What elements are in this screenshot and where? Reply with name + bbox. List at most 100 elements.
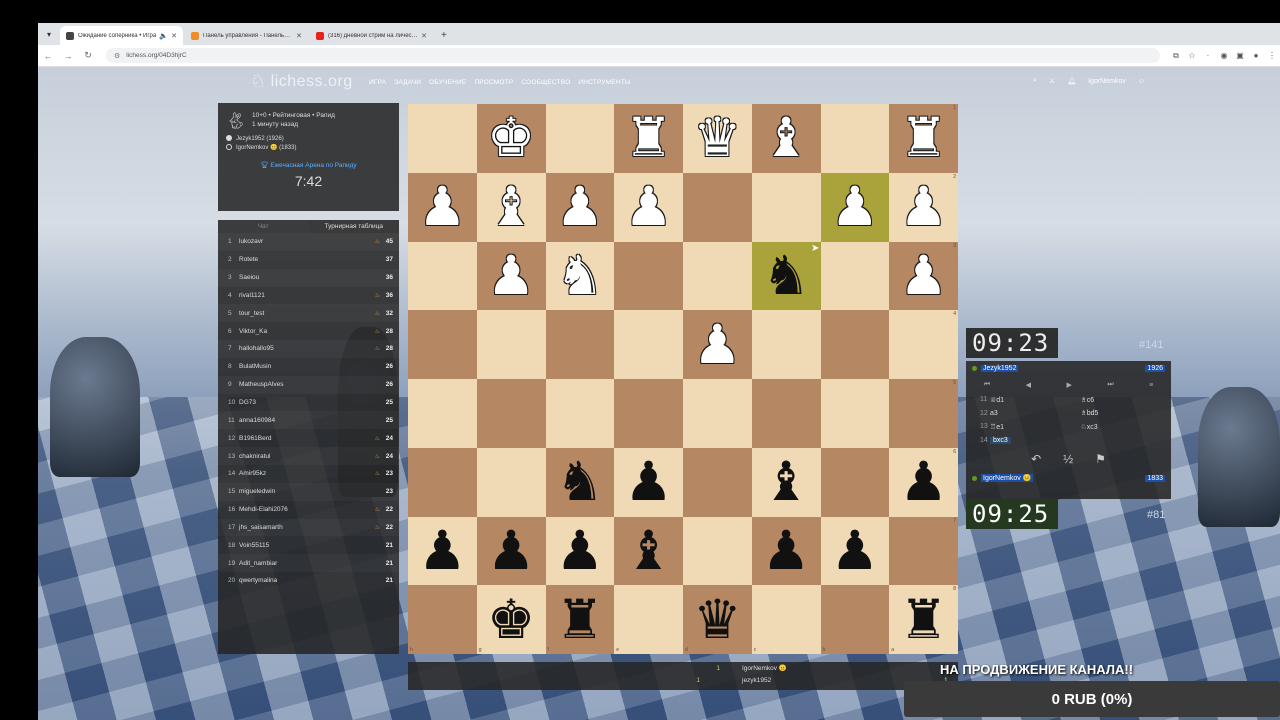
next-move-icon[interactable]: ▶ <box>1066 381 1071 389</box>
board-square[interactable]: ♟ <box>820 516 890 586</box>
board-square[interactable]: ♟ <box>545 172 615 242</box>
standings-row[interactable]: 13 chakniratul ♨ 24 <box>218 447 399 465</box>
site-info-icon[interactable]: ⚙ <box>114 52 120 60</box>
standing-name[interactable]: qwertymalina <box>239 577 381 584</box>
swords-icon[interactable]: ⚔ <box>1049 77 1055 85</box>
board-square[interactable] <box>820 241 890 311</box>
board-square[interactable] <box>408 241 477 311</box>
standing-name[interactable]: tour_test <box>239 310 375 317</box>
board-square[interactable]: ♛ d <box>683 585 752 654</box>
reload-icon[interactable]: ↻ <box>78 50 98 61</box>
board-square[interactable]: ♟ <box>476 516 546 586</box>
white-king-icon[interactable]: ♚ <box>487 111 535 165</box>
tab-youtube[interactable]: (316) дневной стрим на личес… ✕ <box>310 26 433 45</box>
black-knight-icon[interactable]: ♞ <box>762 249 810 303</box>
black-pawn-icon[interactable]: ♟ <box>487 524 535 578</box>
hamburger-menu-icon[interactable]: ≡ <box>1149 382 1153 389</box>
black-pawn-icon[interactable]: ♟ <box>624 455 672 509</box>
board-square[interactable]: ♟ 2 <box>889 172 958 242</box>
menu-icon[interactable]: ⋮ <box>1264 51 1280 60</box>
white-pawn-icon[interactable]: ♟ <box>556 180 604 234</box>
board-square[interactable]: ♟ <box>614 447 683 517</box>
nav-watch[interactable]: ПРОСМОТР <box>474 79 513 86</box>
black-player-line[interactable]: IgorNemkov 😐 (1833) <box>226 144 391 153</box>
board-square[interactable] <box>476 447 546 517</box>
standings-row[interactable]: 11 anna160984 25 <box>218 411 399 429</box>
white-rook-icon[interactable]: ♜ <box>899 111 947 165</box>
standings-row[interactable]: 10 DG73 25 <box>218 394 399 412</box>
standings-row[interactable]: 1 lukozavr ♨ 45 <box>218 233 399 251</box>
close-tab-icon[interactable]: ✕ <box>296 32 302 40</box>
board-square[interactable] <box>683 447 752 517</box>
white-rook-icon[interactable]: ♜ <box>624 111 672 165</box>
white-pawn-icon[interactable]: ♟ <box>487 249 535 303</box>
board-square[interactable] <box>751 172 821 242</box>
prev-move-icon[interactable]: ◀ <box>1026 381 1031 389</box>
board-square[interactable]: ♟ <box>408 172 477 242</box>
standings-row[interactable]: 4 rival1121 ♨ 36 <box>218 287 399 305</box>
white-pawn-icon[interactable]: ♟ <box>899 180 947 234</box>
black-knight-icon[interactable]: ♞ <box>556 455 604 509</box>
close-tab-icon[interactable]: ✕ <box>171 32 177 40</box>
board-square[interactable]: ♞ <box>545 241 615 311</box>
last-move-icon[interactable]: ⏭ <box>1107 381 1113 389</box>
standings-row[interactable]: 5 tour_test ♨ 32 <box>218 304 399 322</box>
player-bar[interactable]: IgorNemkov 😐 1833 <box>966 471 1171 485</box>
white-pawn-icon[interactable]: ♟ <box>693 318 741 372</box>
arena-link[interactable]: 🏆︎ Ежечасная Арена по Рапиду <box>226 161 391 169</box>
board-square[interactable]: e <box>614 585 683 654</box>
mute-icon[interactable]: 🔈 <box>159 32 168 40</box>
white-bishop-icon[interactable]: ♝ <box>487 180 535 234</box>
board-square[interactable] <box>408 310 477 379</box>
standings-row[interactable]: 20 qwertymalina 21 <box>218 572 399 590</box>
board-square[interactable] <box>820 310 890 379</box>
board-square[interactable]: 7 <box>889 516 958 586</box>
white-queen-icon[interactable]: ♛ <box>693 111 741 165</box>
nav-play[interactable]: ИГРА <box>369 79 386 86</box>
board-square[interactable] <box>545 310 615 379</box>
white-bishop-icon[interactable]: ♝ <box>762 111 810 165</box>
board-square[interactable] <box>614 241 683 311</box>
board-square[interactable]: 5 <box>889 379 958 448</box>
black-bishop-icon[interactable]: ♝ <box>762 455 810 509</box>
white-pawn-icon[interactable]: ♟ <box>831 180 879 234</box>
standing-name[interactable]: jhs_saisamarth <box>239 524 375 531</box>
standings-row[interactable]: 9 MatheuspAlves 26 <box>218 376 399 394</box>
black-pawn-icon[interactable]: ♟ <box>899 455 947 509</box>
board-square[interactable] <box>820 379 890 448</box>
tab-standings[interactable]: Турнирная таблица <box>308 220 399 233</box>
board-square[interactable]: ♜ 8 a <box>889 585 958 654</box>
board-square[interactable]: ♟ <box>614 172 683 242</box>
board-square[interactable]: ♟ 6 <box>889 447 958 517</box>
install-icon[interactable]: ⧉ <box>1168 51 1184 61</box>
board-square[interactable]: ♟ <box>683 310 752 379</box>
standings-row[interactable]: 16 Mehdi-Elahi2076 ♨ 22 <box>218 501 399 519</box>
standings-row[interactable]: 7 hallohallo95 ♨ 28 <box>218 340 399 358</box>
board-square[interactable]: ♟ <box>820 172 890 242</box>
extension-icon-3[interactable]: ▣ <box>1232 51 1248 60</box>
board-square[interactable] <box>476 310 546 379</box>
standings-row[interactable]: 6 Viktor_Ka ♨ 28 <box>218 322 399 340</box>
standing-name[interactable]: rival1121 <box>239 292 375 299</box>
board-square[interactable]: ♜ 1 <box>889 104 958 173</box>
standing-name[interactable]: lukozavr <box>239 238 375 245</box>
board-square[interactable] <box>820 104 890 173</box>
board-square[interactable]: ♝ <box>614 516 683 586</box>
board-square[interactable]: ♝ <box>751 104 821 173</box>
standing-name[interactable]: DG73 <box>239 399 381 406</box>
black-queen-icon[interactable]: ♛ <box>693 593 741 647</box>
white-move[interactable]: bxc3 <box>990 436 1011 444</box>
forward-icon[interactable]: → <box>58 51 78 61</box>
black-pawn-icon[interactable]: ♟ <box>556 524 604 578</box>
board-square[interactable]: ♝ <box>751 447 821 517</box>
board-square[interactable]: ♞ <box>545 447 615 517</box>
resign-flag-icon[interactable]: ⚑ <box>1095 452 1106 466</box>
black-rook-icon[interactable]: ♜ <box>556 593 604 647</box>
board-square[interactable]: ♟ <box>545 516 615 586</box>
black-move[interactable]: ♘xc3 <box>1081 424 1098 431</box>
tab-search-icon[interactable]: ▾ <box>38 23 60 45</box>
board-square[interactable] <box>408 379 477 448</box>
nav-tools[interactable]: ИНСТРУМЕНТЫ <box>578 79 631 86</box>
standing-name[interactable]: B1961Berd <box>239 435 375 442</box>
board-square[interactable] <box>545 379 615 448</box>
